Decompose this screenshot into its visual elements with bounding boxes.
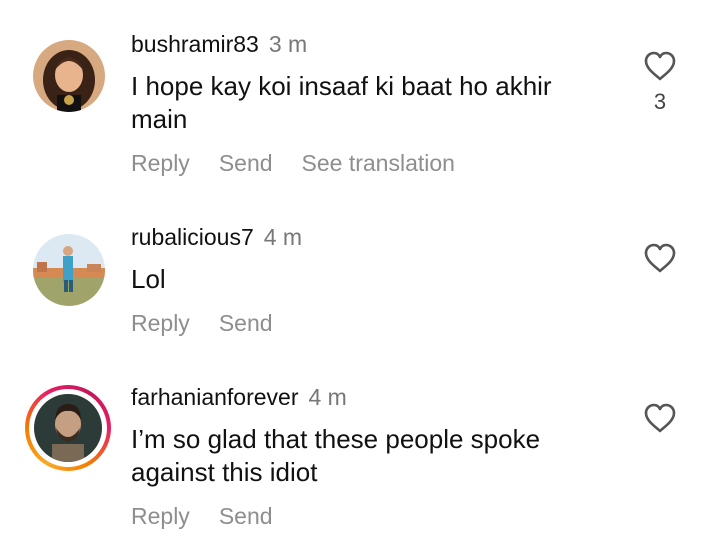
- comment-actions: Reply Send See translation: [131, 149, 484, 177]
- comment-username[interactable]: rubalicious7: [131, 224, 254, 250]
- send-button[interactable]: Send: [219, 309, 273, 337]
- avatar[interactable]: [33, 234, 105, 306]
- avatar[interactable]: [33, 40, 105, 112]
- comment-username[interactable]: farhanianforever: [131, 384, 299, 410]
- reply-button[interactable]: Reply: [131, 502, 190, 530]
- heart-outline-icon[interactable]: [644, 403, 676, 433]
- comment-actions: Reply Send: [131, 309, 302, 337]
- send-button[interactable]: Send: [219, 502, 273, 530]
- comment-text: I hope kay koi insaaf ki baat ho akhir m…: [131, 71, 552, 134]
- reply-button[interactable]: Reply: [131, 309, 190, 337]
- like-count: 3: [653, 89, 667, 114]
- comment-timestamp: 4 m: [263, 224, 303, 250]
- reply-button[interactable]: Reply: [131, 149, 190, 177]
- heart-outline-icon[interactable]: [644, 51, 676, 81]
- comment-timestamp: 4 m: [308, 384, 347, 410]
- heart-outline-icon[interactable]: [644, 243, 676, 273]
- see-translation-button[interactable]: See translation: [302, 149, 455, 177]
- comment-actions: Reply Send: [131, 502, 302, 530]
- comment-timestamp: 3 m: [268, 31, 308, 57]
- story-ring[interactable]: [25, 385, 111, 471]
- comment-text: Lol: [131, 264, 166, 294]
- comment-text: I’m so glad that these people spoke agai…: [131, 424, 541, 487]
- send-button[interactable]: Send: [219, 149, 273, 177]
- comment-username[interactable]: bushramir83: [131, 31, 259, 57]
- avatar: [34, 394, 102, 462]
